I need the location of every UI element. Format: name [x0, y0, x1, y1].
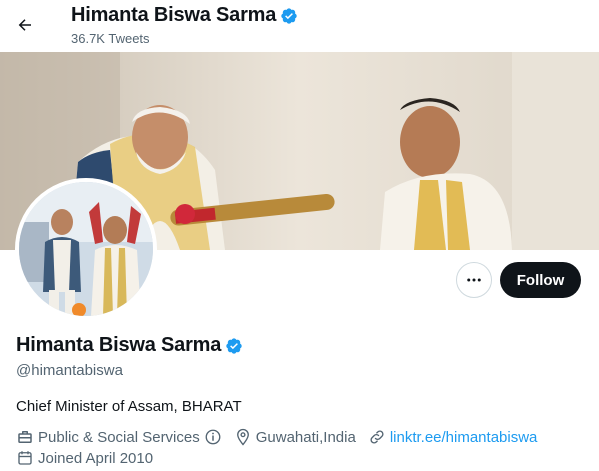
verified-badge-icon[interactable] — [280, 7, 298, 25]
header-name: Himanta Biswa Sarma — [71, 4, 277, 26]
back-button[interactable] — [8, 8, 42, 42]
more-options-button[interactable] — [456, 262, 492, 298]
info-icon[interactable] — [204, 428, 222, 446]
profile-category: Public & Social Services — [16, 428, 222, 446]
profile-bio: Chief Minister of Assam, BHARAT — [16, 398, 242, 415]
profile-meta-joined: Joined April 2010 — [16, 449, 165, 467]
joined-label: Joined April 2010 — [38, 449, 154, 467]
website-link[interactable]: linktr.ee/himantabiswa — [390, 429, 538, 446]
profile-handle: @himantabiswa — [16, 362, 123, 379]
location-pin-icon — [234, 428, 252, 446]
category-label: Public & Social Services — [38, 428, 200, 446]
calendar-icon — [16, 449, 34, 467]
verified-badge-icon[interactable] — [225, 337, 243, 355]
profile-name-row: Himanta Biswa Sarma — [16, 334, 243, 357]
profile-meta: Public & Social Services Guwahati,India … — [16, 428, 549, 446]
profile-website[interactable]: linktr.ee/himantabiswa — [368, 428, 538, 446]
follow-button[interactable]: Follow — [500, 262, 581, 298]
profile-avatar[interactable] — [15, 178, 157, 320]
briefcase-icon — [16, 428, 34, 446]
location-label: Guwahati,India — [255, 428, 356, 446]
profile-display-name: Himanta Biswa Sarma — [16, 334, 222, 356]
avatar-photo — [19, 182, 153, 316]
profile-top-bar: Himanta Biswa Sarma 36.7K Tweets — [0, 0, 599, 52]
profile-joined: Joined April 2010 — [16, 449, 153, 467]
tweet-count: 36.7K Tweets — [71, 31, 150, 46]
more-horizontal-icon — [465, 271, 483, 289]
header-title: Himanta Biswa Sarma — [71, 4, 298, 27]
profile-location: Guwahati,India — [234, 428, 356, 446]
link-icon — [368, 428, 386, 446]
arrow-left-icon — [16, 16, 34, 34]
